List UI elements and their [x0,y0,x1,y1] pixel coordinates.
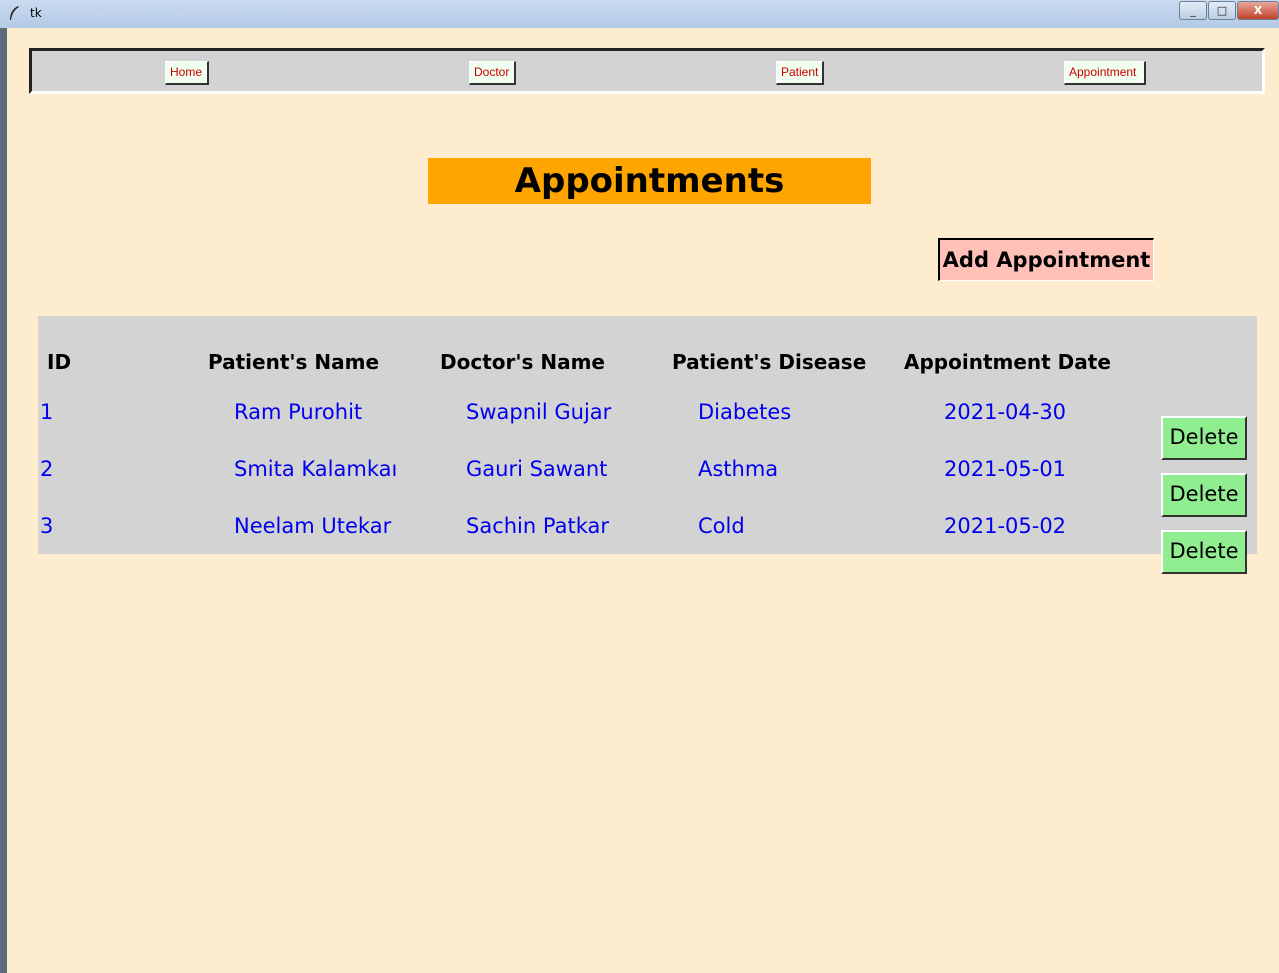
header-patient-name: Patient's Name [208,350,380,374]
blurred-menu-item: Hide Menu Bar [285,6,367,19]
nav-bar: Home Doctor Patient Appointment [29,48,1265,94]
appointments-table: ID Patient's Name Doctor's Name Patient'… [38,316,1257,574]
cell-doctor: Swapnil Gujar [466,400,612,424]
cell-doctor: Gauri Sawant [466,457,608,481]
blurred-status: Connected [1065,6,1125,19]
delete-button[interactable]: Delete [1161,416,1247,460]
add-appointment-button[interactable]: Add Appointment [938,238,1154,281]
cell-patient: Smita Kalamkaı [234,457,398,481]
cell-disease: Asthma [698,457,779,481]
cell-doctor: Sachin Patkar [466,514,609,538]
header-appointment-date: Appointment Date [904,350,1111,374]
cell-patient: Ram Purohit [234,400,363,424]
header-doctor-name: Doctor's Name [440,350,605,374]
blurred-menu-item: Meeting Info [175,6,244,19]
header-id: ID [47,350,72,374]
cell-id: 3 [40,514,54,538]
window-controls: _ □ X [1178,1,1279,20]
cell-date: 2021-04-30 [944,400,1067,424]
close-button[interactable]: X [1237,1,1279,20]
delete-button[interactable]: Delete [1161,473,1247,517]
nav-appointment-button[interactable]: Appointment [1064,61,1146,85]
nav-patient-button[interactable]: Patient [776,61,824,85]
window-title: tk [30,6,42,20]
app-client-area: Home Doctor Patient Appointment Appointm… [7,28,1279,973]
cell-id: 1 [40,400,54,424]
tk-feather-icon [10,6,19,20]
minimize-button[interactable]: _ [1179,1,1207,20]
cell-date: 2021-05-01 [944,457,1067,481]
delete-button[interactable]: Delete [1161,530,1247,574]
page-title: Appointments [428,158,871,204]
nav-home-button[interactable]: Home [165,61,209,85]
window-title-bar: tk Follow Readings Meeting Info Hide Men… [0,0,1279,28]
cell-patient: Neelam Utekar [234,514,392,538]
nav-doctor-button[interactable]: Doctor [469,61,516,85]
cell-date: 2021-05-02 [944,514,1067,538]
cell-disease: Cold [698,514,745,538]
blurred-menu-item: Follow Readings [60,6,149,19]
cell-id: 2 [40,457,54,481]
header-patient-disease: Patient's Disease [672,350,867,374]
maximize-button[interactable]: □ [1208,1,1236,20]
cell-disease: Diabetes [698,400,792,424]
